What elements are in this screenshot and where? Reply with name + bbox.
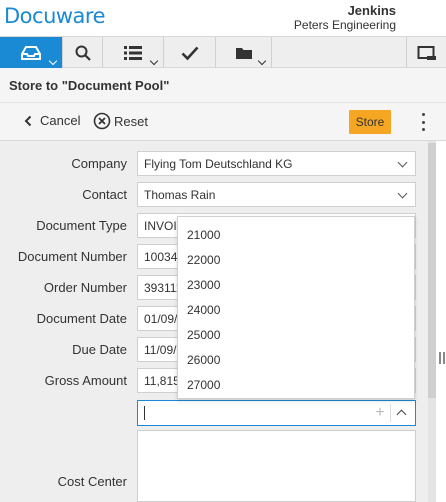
field-label: Contact <box>82 187 127 202</box>
cost-center-list[interactable] <box>137 430 416 502</box>
field-label: Order Number <box>43 280 127 295</box>
dropdown-option[interactable]: 23000 <box>187 278 220 292</box>
field-label: Cost Center <box>57 474 127 489</box>
field-label: Company <box>71 156 127 171</box>
dropdown-option[interactable]: 25000 <box>187 328 220 342</box>
text-cursor <box>144 406 145 420</box>
search-icon <box>75 45 91 61</box>
search-button[interactable] <box>63 37 103 68</box>
dropdown-option[interactable]: 26000 <box>187 353 220 367</box>
reset-label: Reset <box>114 113 148 129</box>
separator <box>390 404 391 422</box>
tray-icon <box>21 45 41 60</box>
cost-center-input[interactable]: + <box>137 400 416 426</box>
main-toolbar <box>0 36 446 68</box>
page-title: Store to "Document Pool" <box>9 78 170 93</box>
chevron-down-icon <box>149 56 159 66</box>
chevron-left-icon <box>24 115 32 126</box>
field-value: 11,815 <box>144 374 180 388</box>
scrollbar-thumb[interactable] <box>428 143 436 398</box>
field-label: Document Date <box>36 311 127 326</box>
organization-name: Peters Engineering <box>293 18 396 32</box>
cancel-button[interactable]: Cancel <box>23 113 80 128</box>
reset-icon <box>93 112 111 130</box>
cancel-label: Cancel <box>40 113 81 128</box>
folder-icon <box>235 47 252 59</box>
tasks-button[interactable] <box>164 37 216 68</box>
user-name[interactable]: Jenkins <box>348 3 396 18</box>
more-options-icon[interactable] <box>420 113 426 131</box>
field-value: 01/09/ <box>144 312 178 326</box>
chevron-down-icon <box>48 56 58 66</box>
window-button[interactable] <box>406 37 446 68</box>
title-bar: Store to "Document Pool" <box>0 68 446 103</box>
field-value: 11/09/ <box>144 343 177 357</box>
chevron-down-icon <box>397 188 408 199</box>
chevron-up-icon[interactable] <box>396 409 407 420</box>
field-label: Document Type <box>36 218 127 233</box>
dropdown-option[interactable]: 24000 <box>187 303 220 317</box>
field-value: Thomas Rain <box>144 188 216 202</box>
app-logo[interactable]: Docuware <box>4 4 106 28</box>
reset-button[interactable]: Reset <box>93 112 148 130</box>
checkmark-icon <box>181 46 198 60</box>
field-value: Flying Tom Deutschland KG <box>144 157 293 171</box>
add-icon[interactable]: + <box>372 405 388 421</box>
folder-button[interactable] <box>216 37 272 68</box>
resize-handle[interactable] <box>439 352 445 364</box>
dropdown-option[interactable]: 22000 <box>187 253 220 267</box>
contact-select[interactable]: Thomas Rain <box>137 182 416 207</box>
company-select[interactable]: Flying Tom Deutschland KG <box>137 151 416 176</box>
list-button[interactable] <box>103 37 164 68</box>
list-icon <box>124 45 142 60</box>
field-label: Gross Amount <box>44 373 127 388</box>
field-label: Due Date <box>72 342 127 357</box>
dropdown-option[interactable]: 27000 <box>187 378 220 392</box>
chevron-down-icon <box>397 157 408 168</box>
app-header: Docuware Jenkins Peters Engineering <box>0 0 446 36</box>
chevron-down-icon <box>257 56 267 66</box>
dropdown-option[interactable]: 21000 <box>187 228 220 242</box>
tray-button[interactable] <box>0 37 63 68</box>
window-icon <box>417 45 436 60</box>
field-label: Document Number <box>17 249 127 264</box>
store-button[interactable]: Store <box>349 110 391 134</box>
cost-center-dropdown: 21000 22000 23000 24000 25000 26000 2700… <box>177 216 415 399</box>
